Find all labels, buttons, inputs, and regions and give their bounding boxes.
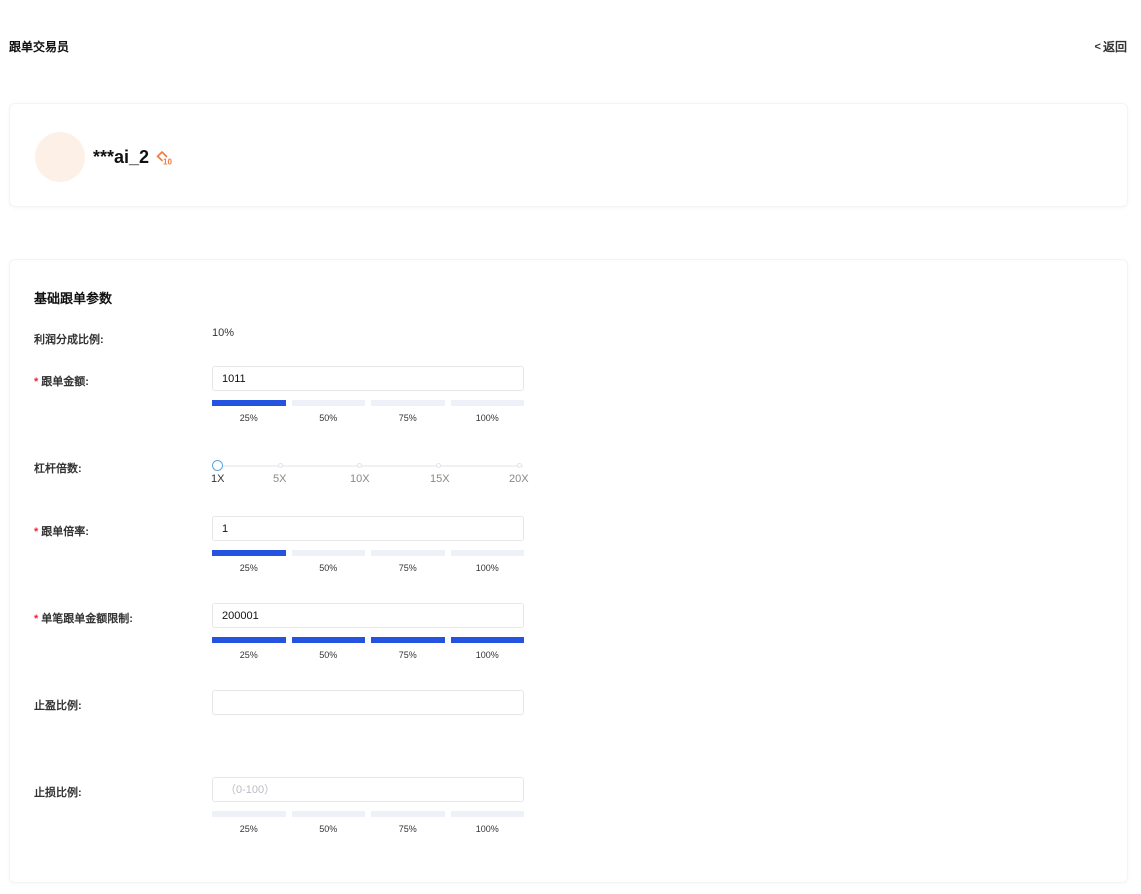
percent-label[interactable]: 50%: [292, 824, 366, 834]
slider-handle[interactable]: [212, 460, 223, 471]
leverage-tick: 20X: [509, 473, 529, 485]
percent-label[interactable]: 75%: [371, 650, 445, 660]
percent-50-button[interactable]: [291, 811, 365, 817]
single-limit-percent-labels: 25% 50% 75% 100%: [212, 650, 524, 660]
trader-name: ***ai_2 10: [93, 147, 175, 168]
percent-label[interactable]: 25%: [212, 650, 286, 660]
trader-card: ***ai_2 10: [9, 103, 1128, 207]
params-card: 基础跟单参数 利润分成比例: 10% *跟单金额: 25% 50% 75% 10…: [9, 259, 1128, 883]
take-profit-input[interactable]: [212, 690, 524, 715]
required-mark: *: [34, 376, 39, 388]
percent-label[interactable]: 100%: [451, 413, 525, 423]
leverage-tick: 15X: [430, 473, 450, 485]
percent-label[interactable]: 100%: [451, 650, 525, 660]
slider-stop-5x[interactable]: [278, 463, 283, 468]
copy-ratio-percent-labels: 25% 50% 75% 100%: [212, 563, 524, 573]
single-limit-label: * 单笔跟单金额限制:: [34, 613, 133, 625]
trader-rank-badge-icon: 10: [156, 150, 173, 166]
percent-label[interactable]: 50%: [292, 650, 366, 660]
required-mark: *: [34, 613, 39, 625]
chevron-left-icon: <: [1094, 40, 1101, 53]
trader-badge-level: 10: [163, 157, 172, 166]
copy-ratio-label: * 跟单倍率:: [34, 526, 89, 538]
back-label: 返回: [1102, 40, 1127, 54]
percent-label[interactable]: 25%: [212, 413, 286, 423]
copy-ratio-percent-bar: [212, 550, 524, 556]
percent-50-button[interactable]: [291, 550, 365, 556]
single-limit-input[interactable]: [212, 603, 524, 628]
percent-75-button[interactable]: [371, 400, 445, 406]
avatar[interactable]: [35, 132, 85, 182]
leverage-slider[interactable]: 1X 5X 10X 15X 20X: [211, 460, 529, 490]
percent-label[interactable]: 75%: [371, 413, 445, 423]
copy-amount-percent-bar: [212, 400, 524, 406]
percent-100-button[interactable]: [450, 637, 524, 643]
profit-share-label: 利润分成比例:: [34, 334, 104, 346]
percent-50-button[interactable]: [291, 400, 365, 406]
percent-label[interactable]: 100%: [451, 824, 525, 834]
percent-label[interactable]: 50%: [292, 563, 366, 573]
percent-75-button[interactable]: [371, 811, 445, 817]
profit-share-value: 10%: [212, 327, 235, 339]
percent-100-button[interactable]: [450, 400, 524, 406]
percent-75-button[interactable]: [371, 550, 445, 556]
percent-label[interactable]: 50%: [292, 413, 366, 423]
percent-25-button[interactable]: [212, 550, 286, 556]
percent-label[interactable]: 25%: [212, 563, 286, 573]
slider-stop-15x[interactable]: [436, 463, 441, 468]
stop-loss-percent-bar: [212, 811, 524, 817]
percent-label[interactable]: 75%: [371, 563, 445, 573]
page-title: 跟单交易员: [9, 40, 70, 54]
stop-loss-input[interactable]: [212, 777, 524, 802]
percent-label[interactable]: 75%: [371, 824, 445, 834]
percent-100-button[interactable]: [450, 550, 524, 556]
percent-label[interactable]: 25%: [212, 824, 286, 834]
percent-25-button[interactable]: [212, 637, 286, 643]
stop-loss-label: 止损比例:: [34, 787, 82, 799]
leverage-tick: 10X: [350, 473, 370, 485]
slider-stop-10x[interactable]: [357, 463, 362, 468]
copy-amount-percent-labels: 25% 50% 75% 100%: [212, 413, 524, 423]
required-mark: *: [34, 526, 39, 538]
leverage-tick: 1X: [211, 473, 225, 485]
trader-name-text: ***ai_2: [93, 147, 150, 167]
leverage-tick: 5X: [273, 473, 287, 485]
percent-label[interactable]: 100%: [451, 563, 525, 573]
slider-track[interactable]: [217, 465, 523, 467]
percent-100-button[interactable]: [450, 811, 524, 817]
percent-75-button[interactable]: [371, 637, 445, 643]
percent-25-button[interactable]: [212, 400, 286, 406]
copy-ratio-input[interactable]: [212, 516, 524, 541]
slider-stop-20x[interactable]: [517, 463, 522, 468]
copy-amount-input[interactable]: [212, 366, 524, 391]
single-limit-percent-bar: [212, 637, 524, 643]
percent-50-button[interactable]: [291, 637, 365, 643]
percent-25-button[interactable]: [212, 811, 286, 817]
back-button[interactable]: < 返回: [1095, 38, 1127, 55]
take-profit-label: 止盈比例:: [34, 700, 82, 712]
stop-loss-percent-labels: 25% 50% 75% 100%: [212, 824, 524, 834]
leverage-label: 杠杆倍数:: [34, 463, 82, 475]
section-title: 基础跟单参数: [34, 291, 113, 306]
copy-amount-label: * 跟单金额:: [34, 376, 89, 388]
